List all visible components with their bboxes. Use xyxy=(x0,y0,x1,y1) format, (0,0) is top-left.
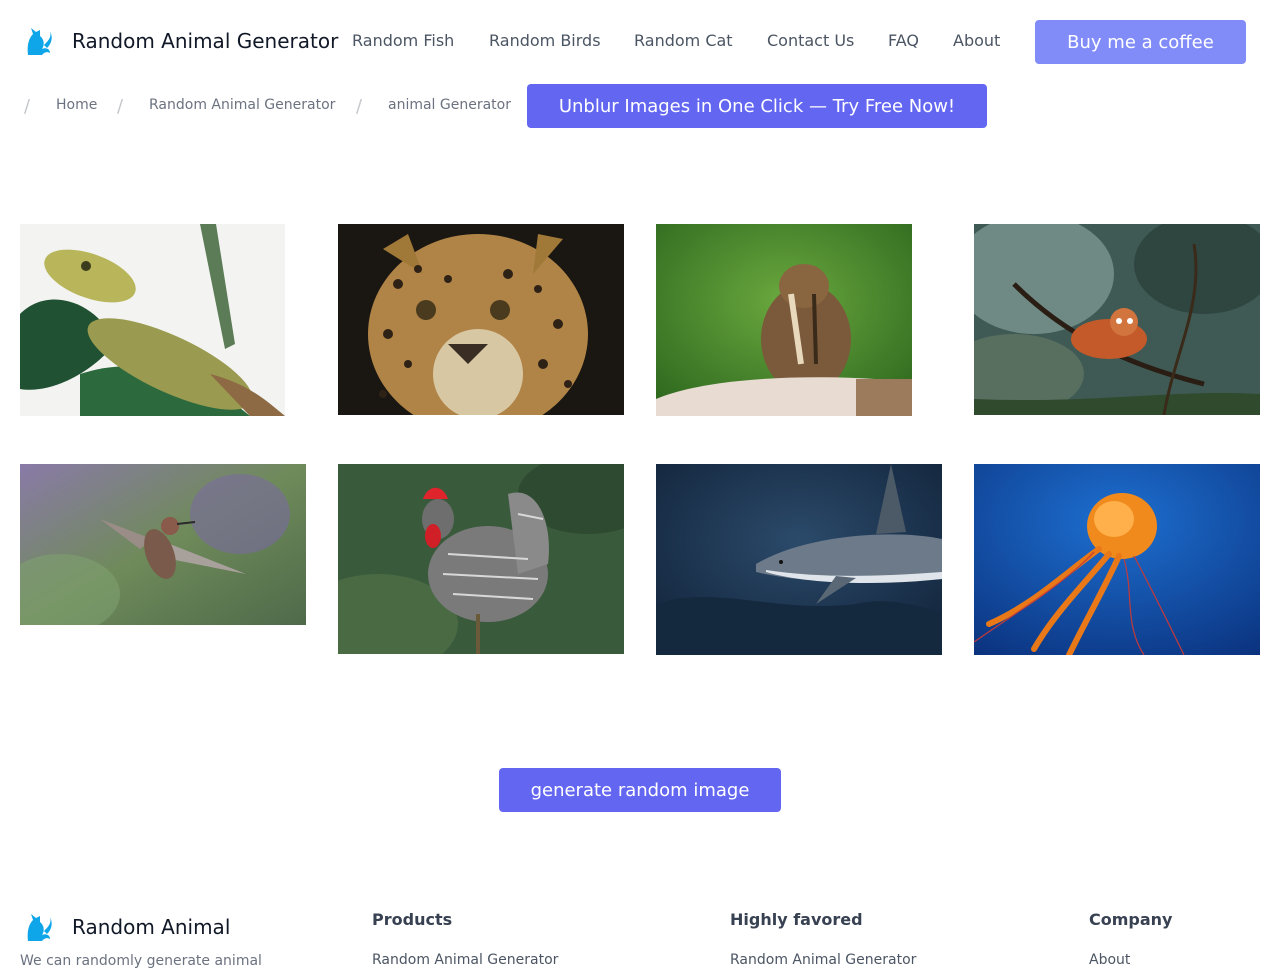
lizard-image[interactable] xyxy=(20,224,285,416)
footer-company-heading: Company xyxy=(1089,910,1173,929)
generate-random-image-button[interactable]: generate random image xyxy=(499,768,781,812)
breadcrumb-animal-generator[interactable]: animal Generator xyxy=(388,97,511,113)
cat-logo-icon[interactable] xyxy=(24,27,54,57)
shark-image[interactable] xyxy=(656,464,942,655)
unblur-promo-button[interactable]: Unblur Images in One Click — Try Free No… xyxy=(527,84,987,128)
nav-about[interactable]: About xyxy=(953,31,1000,50)
nav-random-cat[interactable]: Random Cat xyxy=(634,31,733,50)
nav-contact-us[interactable]: Contact Us xyxy=(767,31,854,50)
red-panda-image[interactable] xyxy=(974,224,1260,415)
nav-random-birds[interactable]: Random Birds xyxy=(489,31,601,50)
leopard-image[interactable] xyxy=(338,224,624,415)
breadcrumb-separator: / xyxy=(356,96,363,117)
brand-name[interactable]: Random Animal Generator xyxy=(72,29,338,53)
breadcrumb-separator: / xyxy=(24,96,31,117)
hummingbird-image[interactable] xyxy=(20,464,306,625)
breadcrumb-home[interactable]: Home xyxy=(56,97,97,113)
breadcrumb-random-animal-generator[interactable]: Random Animal Generator xyxy=(149,97,335,113)
footer-company-link[interactable]: About xyxy=(1089,952,1130,968)
footer-highly-favored-heading: Highly favored xyxy=(730,910,863,929)
footer-products-heading: Products xyxy=(372,910,453,929)
footer-highly-favored-link[interactable]: Random Animal Generator xyxy=(730,952,916,968)
buy-me-a-coffee-button[interactable]: Buy me a coffee xyxy=(1035,20,1246,64)
footer-brand[interactable]: Random Animal xyxy=(72,915,230,939)
chipmunk-image[interactable] xyxy=(656,224,912,416)
footer-products-link[interactable]: Random Animal Generator xyxy=(372,952,558,968)
nav-random-fish[interactable]: Random Fish xyxy=(352,31,454,50)
rooster-image[interactable] xyxy=(338,464,624,654)
jellyfish-image[interactable] xyxy=(974,464,1260,655)
nav-faq[interactable]: FAQ xyxy=(888,31,919,50)
breadcrumb-separator: / xyxy=(117,96,124,117)
footer-description: We can randomly generate animal xyxy=(20,953,262,969)
cat-logo-icon[interactable] xyxy=(24,913,54,943)
